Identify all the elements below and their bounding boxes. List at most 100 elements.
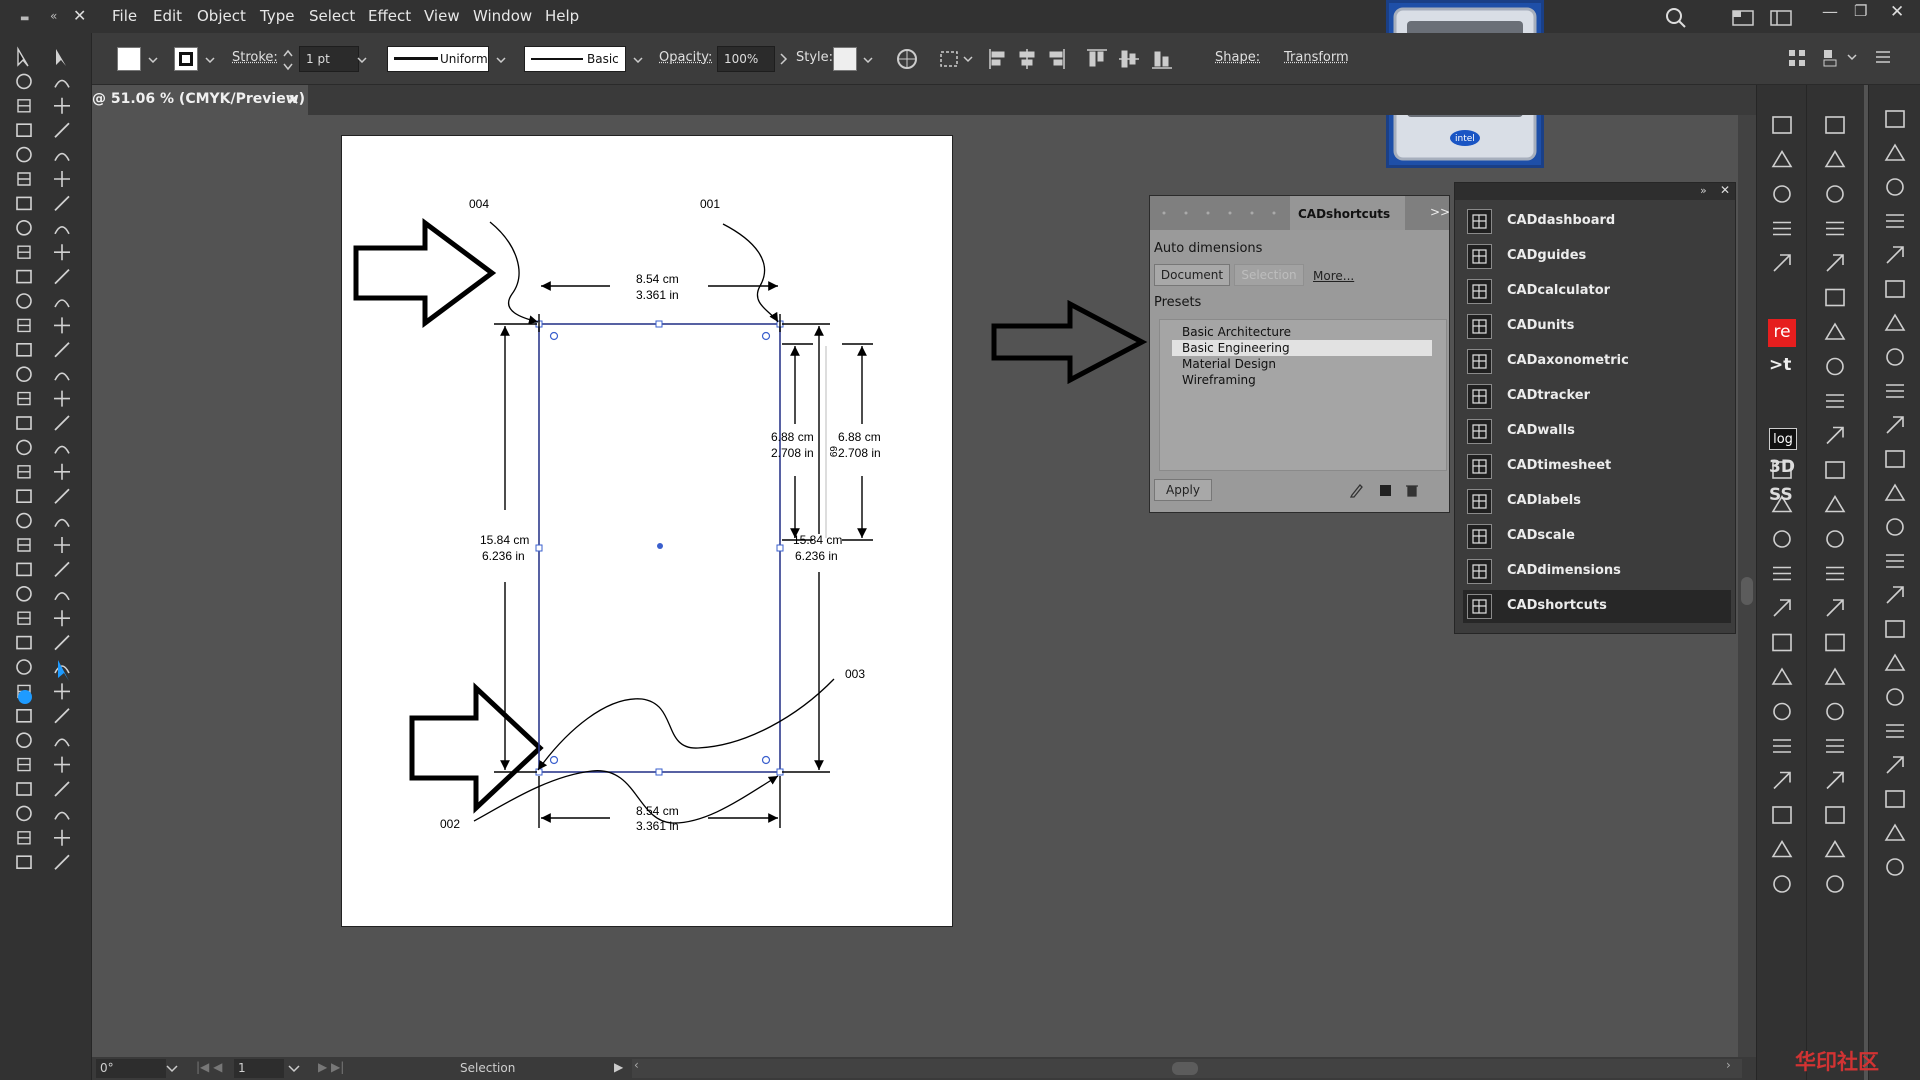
dock2-tool-20-icon[interactable]	[1825, 806, 1845, 824]
tool-63-icon[interactable]	[54, 811, 70, 820]
eraser-tool-icon[interactable]	[54, 171, 70, 187]
preset-item[interactable]: Basic Architecture	[1172, 324, 1432, 340]
dock2-tool-10-icon[interactable]	[1825, 461, 1845, 479]
shaper-tool-icon[interactable]	[17, 172, 31, 186]
dock1-tool-1-icon[interactable]	[1771, 149, 1793, 168]
chevron-down-icon[interactable]	[863, 57, 873, 63]
last-page-icon[interactable]: ▶ ▶|	[318, 1060, 344, 1074]
dock3-tool-8-icon[interactable]	[1886, 384, 1904, 398]
dock2-tool-11-icon[interactable]	[1824, 494, 1846, 513]
eyedropper-tool-icon[interactable]	[16, 293, 32, 309]
tool-47-icon[interactable]	[54, 610, 70, 627]
dock2-tool-17-icon[interactable]	[1826, 702, 1844, 721]
dock1-tool-14-icon[interactable]	[1773, 599, 1791, 617]
tool-58-icon[interactable]	[17, 757, 31, 772]
tool-27-icon[interactable]	[54, 372, 70, 381]
dock3-tool-19-icon[interactable]	[1886, 756, 1904, 774]
artboard[interactable]: 004 001 003 002 8.54 cm 3.361 in 8.54 cm…	[341, 135, 953, 927]
tool-26-icon[interactable]	[16, 366, 32, 383]
cad-menu-item-caddashboard[interactable]: CADdashboard	[1463, 205, 1731, 238]
3d-plugin-icon[interactable]: 3D	[1769, 457, 1797, 483]
menu-object[interactable]: Object	[197, 7, 246, 25]
document-tab[interactable]: @ 51.06 % (CMYK/Preview) ×	[92, 85, 308, 115]
tool-32-icon[interactable]	[16, 439, 32, 456]
tool-33-icon[interactable]	[54, 445, 70, 454]
dock3-tool-11-icon[interactable]	[1884, 483, 1906, 501]
dock3-tool-12-icon[interactable]	[1886, 518, 1904, 536]
re-plugin-icon[interactable]: re	[1768, 319, 1796, 347]
dock2-tool-14-icon[interactable]	[1826, 599, 1844, 617]
dock3-tool-17-icon[interactable]	[1886, 688, 1904, 706]
window-close-icon[interactable]: ✕	[1890, 2, 1904, 22]
tool-30-icon[interactable]	[16, 416, 32, 430]
dock1-tool-4-icon[interactable]	[1773, 254, 1791, 272]
dock2-tool-7-icon[interactable]	[1826, 357, 1844, 376]
stroke-swatch[interactable]	[174, 47, 198, 71]
tool-38-icon[interactable]	[16, 512, 32, 529]
dock1-tool-2-icon[interactable]	[1773, 185, 1791, 203]
align-buttons[interactable]	[987, 47, 1197, 71]
status-menu-icon[interactable]: ▶	[614, 1060, 623, 1074]
tool-66-icon[interactable]	[16, 855, 32, 870]
tool-61-icon[interactable]	[54, 781, 70, 797]
page-field[interactable]: 1	[234, 1059, 284, 1078]
menu-help[interactable]: Help	[545, 7, 579, 25]
chevron-right-icon[interactable]	[780, 53, 788, 65]
dock1-tool-12-icon[interactable]	[1773, 530, 1791, 548]
tool-67-icon[interactable]	[54, 854, 70, 870]
cad-menu-item-cadaxonometric[interactable]: CADaxonometric	[1463, 345, 1731, 378]
panel-expand-icon[interactable]: »	[1700, 184, 1707, 197]
anchor-point-tool-icon[interactable]	[18, 690, 32, 704]
dock3-tool-7-icon[interactable]	[1886, 348, 1904, 366]
workspace-layout-icon[interactable]	[1732, 10, 1754, 26]
presets-list[interactable]: Basic Architecture Basic Engineering Mat…	[1159, 319, 1447, 471]
tool-54-icon[interactable]	[16, 708, 32, 723]
perspective-tool-icon[interactable]	[54, 244, 70, 261]
symbol-sprayer-tool-icon[interactable]	[17, 318, 31, 333]
dock3-tool-15-icon[interactable]	[1885, 620, 1905, 638]
vertical-scrollbar[interactable]	[1738, 115, 1756, 1057]
dock1-tool-20-icon[interactable]	[1772, 806, 1792, 824]
dock2-tool-3-icon[interactable]	[1826, 221, 1844, 236]
panel-collapse-icon[interactable]: « ▬	[10, 8, 70, 24]
text-plugin-icon[interactable]: >t	[1769, 355, 1797, 381]
chevron-down-icon[interactable]	[205, 57, 215, 63]
magic-wand-tool-icon[interactable]	[16, 73, 32, 90]
tool-60-icon[interactable]	[16, 782, 32, 796]
panel-close-icon[interactable]: ✕	[1720, 183, 1730, 197]
window-restore-icon[interactable]: ❐	[1854, 2, 1867, 20]
direct-selection-tool-icon[interactable]	[56, 49, 66, 66]
tab-cadshortcuts[interactable]: CADshortcuts	[1290, 196, 1405, 230]
fill-swatch[interactable]	[117, 47, 141, 71]
dock3-tool-18-icon[interactable]	[1886, 724, 1904, 738]
width-tool-icon[interactable]	[16, 220, 32, 236]
dock1-tool-16-icon[interactable]	[1771, 667, 1793, 685]
tool-43-icon[interactable]	[54, 561, 70, 578]
log-plugin-icon[interactable]: log	[1769, 428, 1797, 450]
line-tool-icon[interactable]	[54, 122, 70, 138]
cad-menu-item-cadlabels[interactable]: CADlabels	[1463, 485, 1731, 518]
dock3-tool-4-icon[interactable]	[1886, 246, 1904, 264]
dock3-tool-22-icon[interactable]	[1886, 858, 1904, 876]
recolor-artwork-icon[interactable]	[896, 48, 918, 70]
menu-select[interactable]: Select	[309, 7, 355, 25]
cad-menu-item-cadtimesheet[interactable]: CADtimesheet	[1463, 450, 1731, 483]
menu-effect[interactable]: Effect	[368, 7, 411, 25]
apply-button[interactable]: Apply	[1154, 479, 1212, 501]
dock1-tool-22-icon[interactable]	[1773, 875, 1791, 893]
curvature-tool-icon[interactable]	[54, 97, 70, 114]
tool-46-icon[interactable]	[17, 611, 31, 625]
dock1-tool-15-icon[interactable]	[1772, 633, 1792, 652]
tool-49-icon[interactable]	[54, 634, 70, 651]
tool-62-icon[interactable]	[16, 805, 32, 822]
selection-button[interactable]: Selection	[1234, 264, 1304, 286]
dock1-tool-18-icon[interactable]	[1773, 739, 1791, 753]
tool-25-icon[interactable]	[54, 342, 70, 358]
tool-29-icon[interactable]	[54, 390, 70, 407]
dock3-tool-10-icon[interactable]	[1885, 450, 1905, 468]
scrollbar-thumb[interactable]	[1172, 1062, 1198, 1075]
arrange-icon[interactable]	[1822, 48, 1858, 68]
menu-edit[interactable]: Edit	[153, 7, 182, 25]
rotation-field[interactable]: 0°	[96, 1059, 166, 1078]
tool-53-icon[interactable]	[54, 683, 70, 700]
